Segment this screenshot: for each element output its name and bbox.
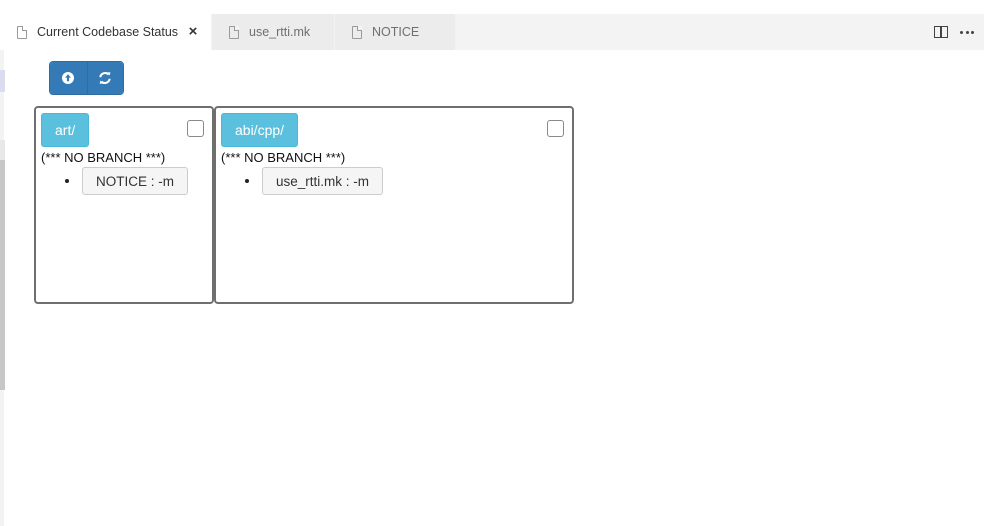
tab-label: NOTICE [372,25,420,39]
repo-panel-art: art/ (*** NO BRANCH ***) NOTICE : -m [34,106,214,304]
tab-current-codebase-status[interactable]: Current Codebase Status × [0,14,211,50]
tab-label: use_rtti.mk [249,25,311,39]
tab-use-rtti-mk[interactable]: use_rtti.mk [212,14,334,50]
repo-select-checkbox[interactable] [187,120,204,137]
close-icon[interactable]: × [185,23,201,40]
tab-actions [934,14,976,50]
repo-path-button[interactable]: abi/cpp/ [221,113,299,147]
refresh-button[interactable] [86,62,123,94]
bullet-icon [65,179,69,183]
bullet-icon [245,179,249,183]
tab-notice[interactable]: NOTICE [335,14,455,50]
list-item: NOTICE : -m [65,167,188,195]
file-icon [352,25,362,39]
upload-circle-icon [62,72,75,84]
tab-label: Current Codebase Status [37,25,179,39]
list-item: use_rtti.mk : -m [245,167,384,195]
editor-tab-bar: Current Codebase Status × use_rtti.mk NO… [0,14,984,50]
file-change-button[interactable]: use_rtti.mk : -m [262,167,384,195]
repo-panel-abi-cpp: abi/cpp/ (*** NO BRANCH ***) use_rtti.mk… [214,106,574,304]
push-button[interactable] [50,62,87,94]
file-icon [229,25,239,39]
sidebar-edge-segment [0,140,5,160]
more-actions-icon[interactable] [958,24,976,40]
sidebar-edge-highlight [0,70,5,92]
branch-status: (*** NO BRANCH ***) [41,150,166,165]
branch-status: (*** NO BRANCH ***) [221,150,346,165]
dot [971,30,974,34]
sidebar-scrollbar[interactable] [0,160,5,390]
file-icon [17,25,27,39]
file-change-button[interactable]: NOTICE : -m [82,167,188,195]
editor-window: Current Codebase Status × use_rtti.mk NO… [0,0,984,526]
dot [960,30,963,34]
refresh-icon [99,72,111,84]
repo-select-checkbox[interactable] [547,120,564,137]
action-toolbar [49,61,124,95]
repo-path-button[interactable]: art/ [41,113,90,147]
split-editor-icon[interactable] [934,26,948,38]
dot [965,30,969,34]
